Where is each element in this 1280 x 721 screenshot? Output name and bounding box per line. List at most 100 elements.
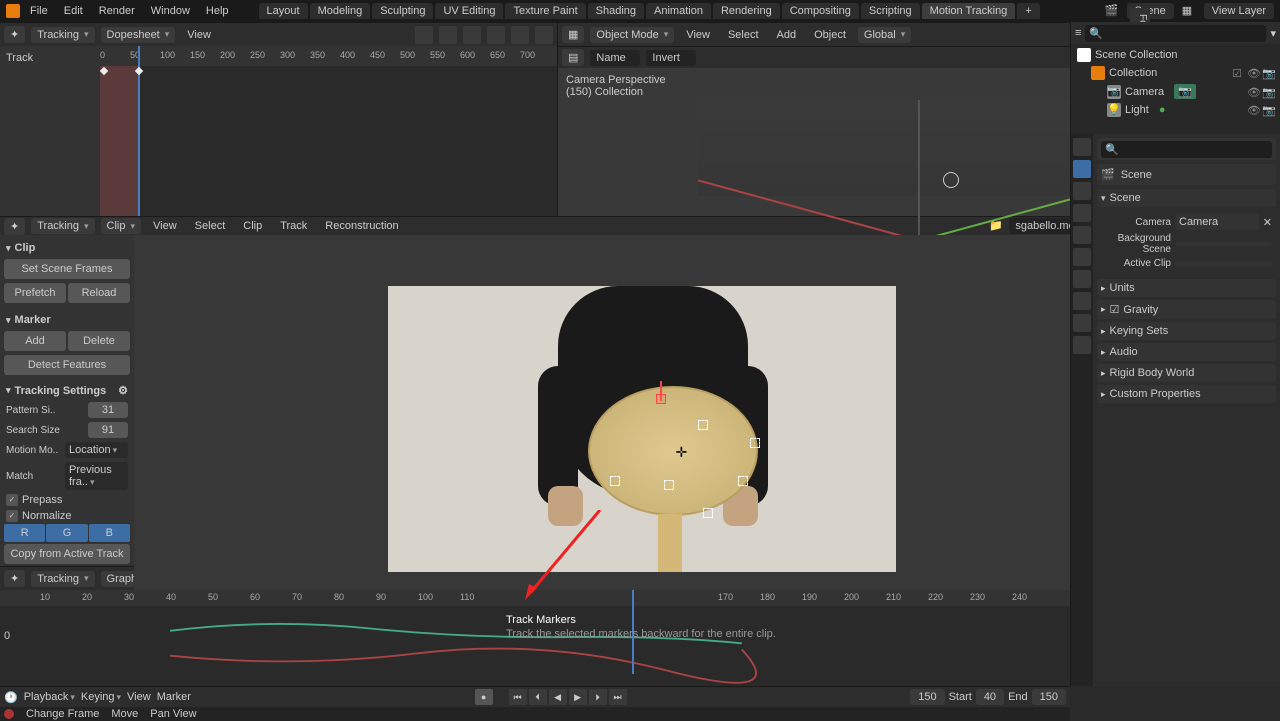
workspace-tab[interactable]: Compositing <box>782 3 859 19</box>
tracking-dropdown[interactable]: Tracking <box>31 27 94 43</box>
tracking-marker[interactable] <box>703 508 713 518</box>
workspace-tab[interactable]: Motion Tracking <box>922 3 1016 19</box>
delete-marker-button[interactable]: Delete <box>68 331 130 351</box>
tool-icon[interactable] <box>415 26 433 44</box>
tool-icon[interactable] <box>463 26 481 44</box>
workspace-tab[interactable]: Scripting <box>861 3 920 19</box>
name-filter[interactable]: Name <box>590 50 640 66</box>
rigidbody-section[interactable]: Rigid Body World <box>1097 364 1276 382</box>
add-marker-button[interactable]: Add <box>4 331 66 351</box>
invert-button[interactable]: Invert <box>646 50 696 66</box>
menu-window[interactable]: Window <box>145 3 196 19</box>
constraint-tab-icon[interactable] <box>1073 314 1091 332</box>
bg-scene-field[interactable] <box>1175 242 1272 246</box>
editor-type-icon[interactable]: ✦ <box>4 218 25 235</box>
light-object[interactable]: 💡Light●👁📷 <box>1073 101 1278 119</box>
tracking-marker[interactable] <box>750 438 760 448</box>
custom-props-section[interactable]: Custom Properties <box>1097 385 1276 403</box>
playhead[interactable] <box>632 590 634 674</box>
channel-b[interactable]: B <box>89 524 130 542</box>
marker-menu[interactable]: Marker <box>157 691 191 703</box>
add-menu[interactable]: Add <box>771 27 803 43</box>
object-mode[interactable]: Object Mode <box>590 27 674 43</box>
keying-section[interactable]: Keying Sets <box>1097 322 1276 340</box>
gravity-section[interactable]: ☑ Gravity <box>1097 300 1276 319</box>
tool-icon[interactable] <box>487 26 505 44</box>
tracking-dropdown[interactable]: Tracking <box>31 218 94 234</box>
render-tab-icon[interactable] <box>1073 138 1091 156</box>
end-frame[interactable]: 150 <box>1032 689 1066 705</box>
menu-file[interactable]: File <box>24 3 54 19</box>
object-menu[interactable]: Object <box>808 27 852 43</box>
scene-collection[interactable]: Scene Collection <box>1073 46 1278 64</box>
workspace-tab[interactable]: Texture Paint <box>505 3 585 19</box>
object-tab-icon[interactable] <box>1073 248 1091 266</box>
filter-icon[interactable]: ▾ <box>1270 27 1276 40</box>
set-scene-frames-button[interactable]: Set Scene Frames <box>4 259 130 279</box>
tracking-marker[interactable] <box>610 476 620 486</box>
keyframe-back-icon[interactable]: ⏴ <box>529 689 547 705</box>
modifier-tab-icon[interactable] <box>1073 270 1091 288</box>
dopesheet-timeline[interactable]: 0501001502002503003504004505005506006507… <box>100 46 557 216</box>
workspace-tab[interactable]: + <box>1017 3 1039 19</box>
collection[interactable]: Collection☑👁📷 <box>1073 64 1278 82</box>
pattern-size[interactable]: 31 <box>88 402 128 418</box>
normalize-checkbox[interactable]: Normalize <box>4 508 130 524</box>
play-reverse-icon[interactable]: ◀ <box>549 689 567 705</box>
editor-type-icon[interactable]: ✦ <box>4 26 25 43</box>
output-tab-icon[interactable] <box>1073 182 1091 200</box>
editor-type-icon[interactable]: 🕐 <box>4 691 18 704</box>
channel-g[interactable]: G <box>46 524 87 542</box>
workspace-tab[interactable]: Shading <box>588 3 644 19</box>
select-menu[interactable]: Select <box>189 218 232 234</box>
physics-tab-icon[interactable] <box>1073 292 1091 310</box>
editor-type-icon[interactable]: ✦ <box>4 570 25 587</box>
clip-dropdown[interactable]: Clip <box>101 218 141 234</box>
view-menu[interactable]: View <box>127 691 151 703</box>
view-menu[interactable]: View <box>680 27 716 43</box>
tracking-marker[interactable] <box>664 480 674 490</box>
workspace-tab[interactable]: Sculpting <box>372 3 433 19</box>
x-icon[interactable]: ✕ <box>1263 216 1272 229</box>
playback-menu[interactable]: Playback <box>24 691 75 703</box>
current-frame[interactable]: 150 <box>910 689 944 705</box>
orientation[interactable]: Global <box>858 27 911 43</box>
motion-model[interactable]: Location <box>65 442 128 458</box>
scene-section[interactable]: Scene <box>1097 189 1276 207</box>
view-menu[interactable]: View <box>181 27 217 43</box>
clip-viewport[interactable]: 🔍 ✋ <box>134 235 1149 622</box>
tracking-marker[interactable] <box>738 476 748 486</box>
workspace-tab[interactable]: UV Editing <box>435 3 503 19</box>
properties-search[interactable]: 🔍 <box>1101 141 1272 158</box>
menu-edit[interactable]: Edit <box>58 3 89 19</box>
reconstruction-menu[interactable]: Reconstruction <box>319 218 404 234</box>
channel-r[interactable]: R <box>4 524 45 542</box>
jump-start-icon[interactable]: ⏮ <box>509 689 527 705</box>
copy-from-active-button[interactable]: Copy from Active Track <box>4 544 130 564</box>
workspace-tab[interactable]: Rendering <box>713 3 780 19</box>
workspace-tab[interactable]: Animation <box>646 3 711 19</box>
filter-icon[interactable]: ▤ <box>562 49 584 66</box>
search-size[interactable]: 91 <box>88 422 128 438</box>
editor-type-icon[interactable]: ▦ <box>562 26 584 43</box>
marker-section[interactable]: Marker <box>4 311 130 329</box>
select-menu[interactable]: Select <box>722 27 765 43</box>
prefetch-button[interactable]: Prefetch <box>4 283 66 303</box>
track-menu[interactable]: Track <box>274 218 313 234</box>
dopesheet-dropdown[interactable]: Dopesheet <box>101 27 176 43</box>
world-tab-icon[interactable] <box>1073 226 1091 244</box>
workspace-tab[interactable]: Layout <box>259 3 308 19</box>
tracking-marker[interactable] <box>656 394 666 404</box>
start-frame[interactable]: 40 <box>976 689 1004 705</box>
autokey-icon[interactable]: ● <box>475 689 493 705</box>
tracking-marker[interactable] <box>698 420 708 430</box>
tracking-settings-section[interactable]: Tracking Settings ⚙ <box>4 381 130 400</box>
reload-button[interactable]: Reload <box>68 283 130 303</box>
detect-features-button[interactable]: Detect Features <box>4 355 130 375</box>
scene-tab-icon[interactable] <box>1073 160 1091 178</box>
clip-section[interactable]: Clip <box>4 239 130 257</box>
tracking-dropdown[interactable]: Tracking <box>31 571 94 587</box>
play-icon[interactable]: ▶ <box>569 689 587 705</box>
active-clip-field[interactable] <box>1175 262 1272 266</box>
menu-help[interactable]: Help <box>200 3 235 19</box>
